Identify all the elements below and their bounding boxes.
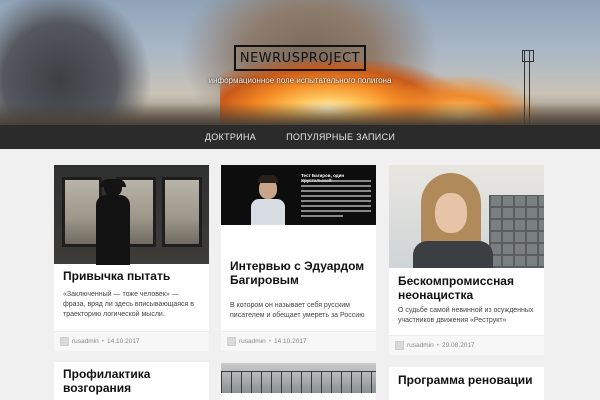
- post-card[interactable]: Тест Багиров, один Хрустальный: Интервью…: [221, 165, 376, 351]
- post-card[interactable]: Привычка пытать «Заключенный — тоже чело…: [54, 165, 209, 351]
- post-thumbnail[interactable]: [389, 165, 544, 268]
- site-header: NEWRUSPROJECT информационное поле испыта…: [0, 0, 600, 125]
- hero-ground: [0, 103, 600, 125]
- thumbnail-fence: [221, 371, 376, 393]
- thumbnail-man: [249, 175, 289, 225]
- post-card[interactable]: Бескомпромиссная неонацистка О судьбе са…: [389, 165, 544, 355]
- post-date: 14.10.2017: [107, 338, 140, 345]
- site-tagline: информационное поле испытательного полиг…: [208, 76, 392, 85]
- post-card[interactable]: Профилактика возгорания: [54, 362, 209, 400]
- post-meta: rusadmin • 14.10.2017: [221, 331, 376, 351]
- thumbnail-quote-lines: [301, 180, 371, 220]
- post-meta: rusadmin • 29.08.2017: [389, 335, 544, 355]
- post-title[interactable]: Бескомпромиссная неонацистка: [398, 274, 535, 302]
- thumbnail-building: [489, 195, 544, 268]
- post-title[interactable]: Интервью с Эдуардом Багировым: [230, 259, 367, 287]
- post-title[interactable]: Привычка пытать: [63, 269, 200, 283]
- thumbnail-face: [435, 193, 467, 233]
- post-thumbnail[interactable]: Тест Багиров, один Хрустальный:: [221, 165, 376, 225]
- meta-separator: •: [436, 342, 440, 349]
- avatar-placeholder-icon: [395, 341, 404, 350]
- post-title[interactable]: Профилактика возгорания: [63, 367, 200, 395]
- post-author[interactable]: rusadmin: [407, 342, 434, 349]
- thumbnail-person-silhouette: [94, 179, 134, 265]
- post-meta: rusadmin • 14.10.2017: [54, 331, 209, 351]
- post-card[interactable]: [221, 363, 376, 400]
- meta-separator: •: [268, 338, 272, 345]
- post-excerpt: О судьбе самой невинной из осужденных уч…: [398, 307, 534, 324]
- thumbnail-window: [162, 177, 202, 247]
- post-author[interactable]: rusadmin: [239, 338, 266, 345]
- post-date: 29.08.2017: [442, 342, 475, 349]
- avatar-placeholder-icon: [227, 337, 236, 346]
- avatar-placeholder-icon: [60, 337, 69, 346]
- nav-item-popular[interactable]: ПОПУЛЯРНЫЕ ЗАПИСИ: [286, 132, 395, 142]
- post-thumbnail[interactable]: [221, 363, 376, 393]
- meta-separator: •: [101, 338, 105, 345]
- site-title: NEWRUSPROJECT: [239, 50, 361, 66]
- main-nav: ДОКТРИНА ПОПУЛЯРНЫЕ ЗАПИСИ: [0, 125, 600, 149]
- post-title[interactable]: Программа реновации: [398, 373, 535, 387]
- post-date: 14.10.2017: [274, 338, 307, 345]
- post-author[interactable]: rusadmin: [72, 338, 99, 345]
- post-card[interactable]: Программа реновации: [389, 367, 544, 400]
- post-excerpt: В котором он называет себя русским писат…: [230, 302, 365, 319]
- nav-item-doctrine[interactable]: ДОКТРИНА: [205, 132, 256, 142]
- site-logo-link[interactable]: NEWRUSPROJECT: [234, 45, 366, 71]
- post-thumbnail[interactable]: [54, 165, 209, 265]
- thumbnail-coat: [413, 241, 493, 268]
- post-excerpt: «Заключенный — тоже человек» — фраза, вр…: [63, 291, 195, 318]
